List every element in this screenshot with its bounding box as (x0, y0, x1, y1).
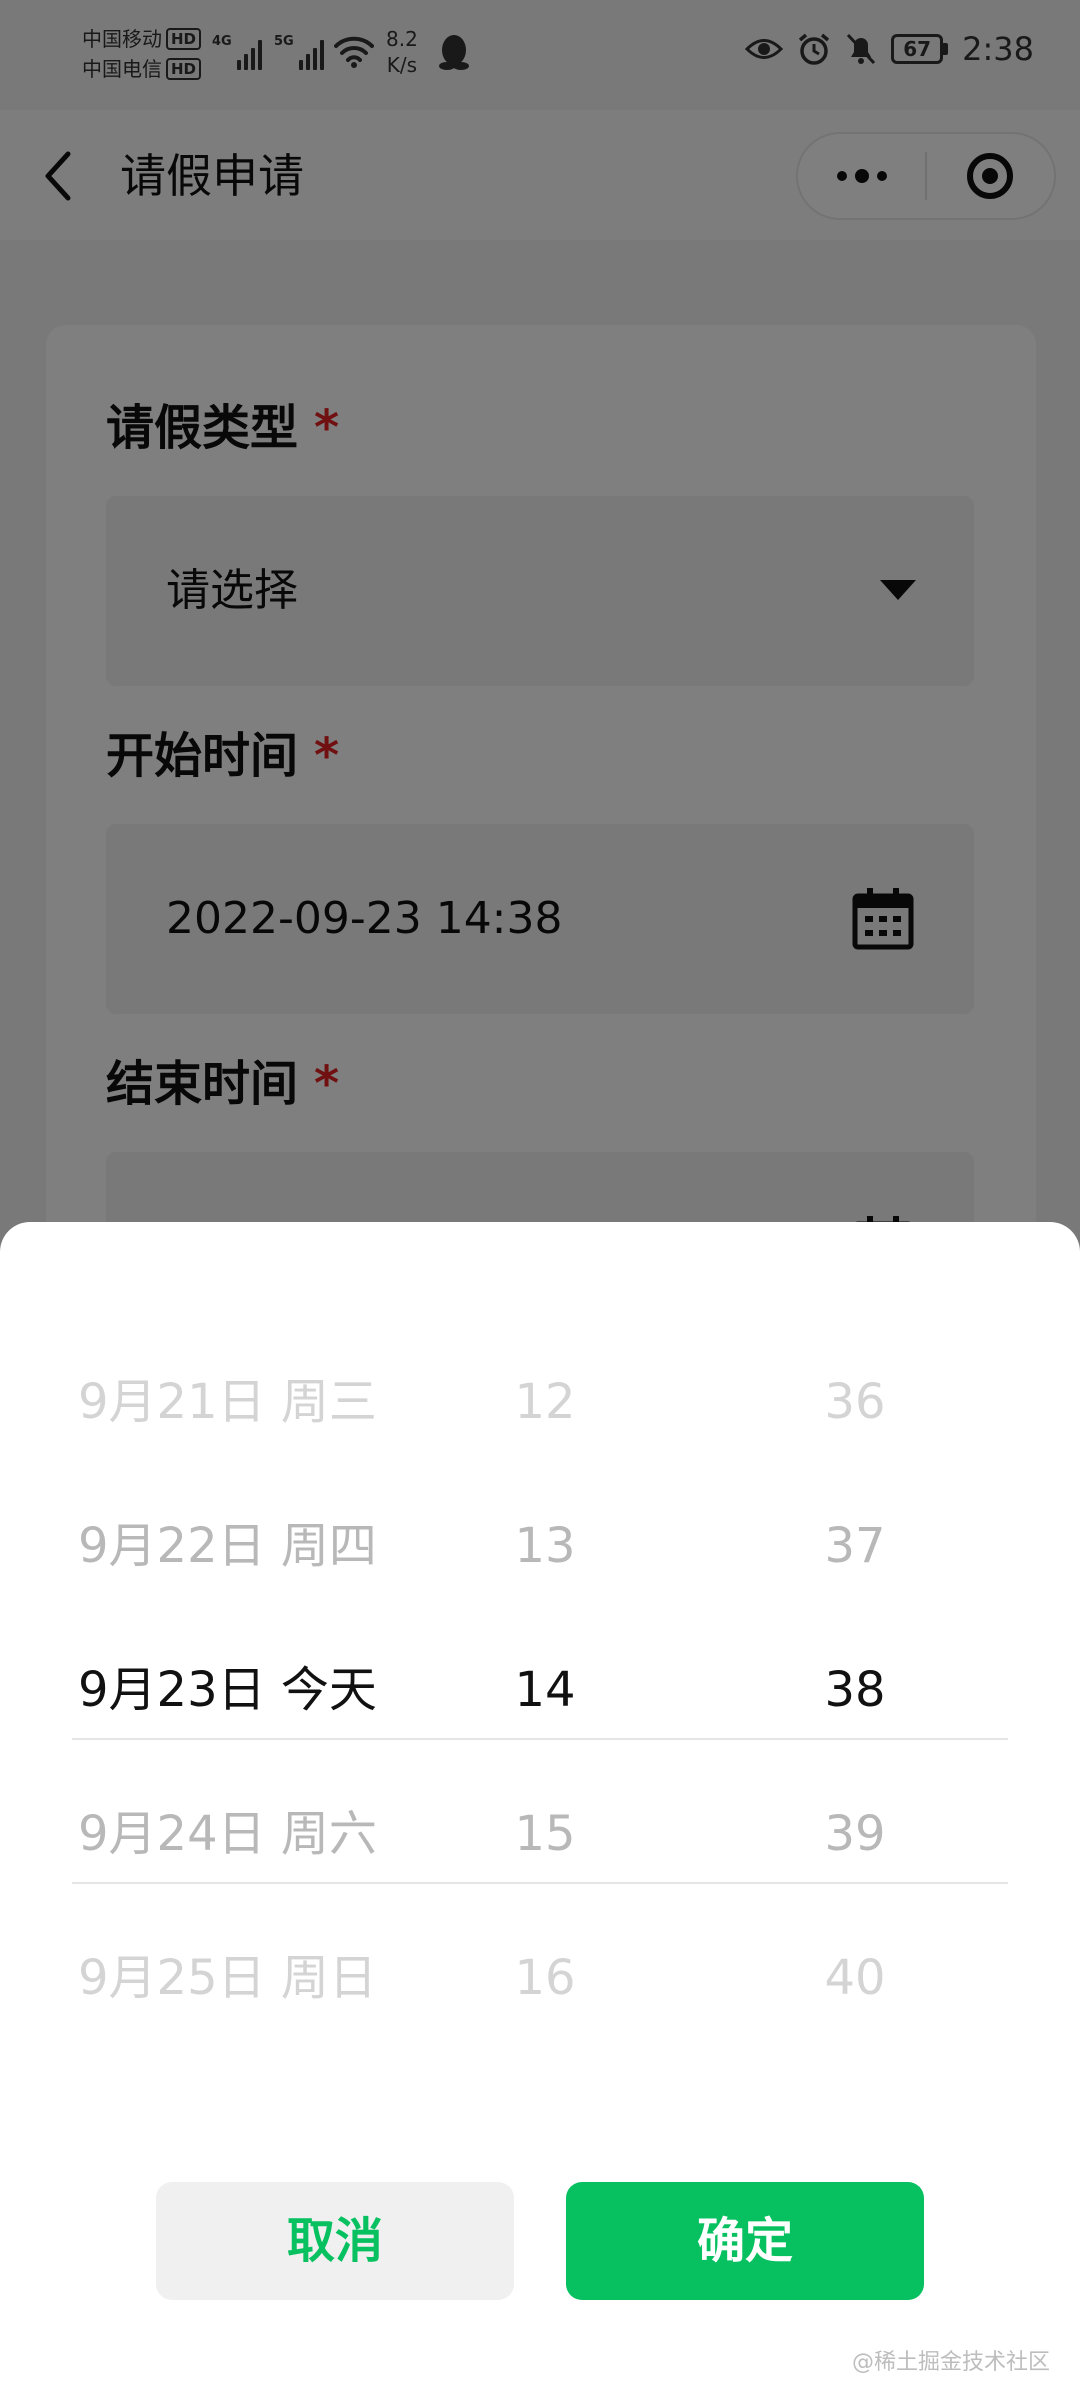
picker-option[interactable]: 37 (780, 1474, 930, 1618)
watermark: @稀土掘金技术社区 (851, 2350, 1050, 2375)
picker-option[interactable]: 15 (470, 1762, 620, 1906)
datetime-picker[interactable]: 9月21日 周三 9月22日 周四 9月23日 今天 9月24日 周六 9月25… (0, 1330, 1080, 2050)
confirm-button[interactable]: 确定 (566, 2182, 924, 2300)
picker-option[interactable]: 9月24日 周六 (78, 1762, 458, 1906)
picker-option-selected[interactable]: 38 (780, 1618, 930, 1762)
picker-option[interactable]: 9月25日 周日 (78, 1906, 458, 2050)
picker-option[interactable]: 13 (470, 1474, 620, 1618)
datetime-picker-sheet: 9月21日 周三 9月22日 周四 9月23日 今天 9月24日 周六 9月25… (0, 1222, 1080, 2400)
hour-column[interactable]: 12 13 14 15 16 (470, 1330, 620, 2050)
cancel-button[interactable]: 取消 (156, 2182, 514, 2300)
picker-option[interactable]: 40 (780, 1906, 930, 2050)
picker-option-selected[interactable]: 9月23日 今天 (78, 1618, 458, 1762)
picker-option[interactable]: 16 (470, 1906, 620, 2050)
screen: { "status_bar": { "carrier1": "中国移动", "c… (0, 0, 1080, 2400)
minute-column[interactable]: 36 37 38 39 40 (780, 1330, 930, 2050)
selection-divider (72, 1882, 1008, 1884)
picker-option[interactable]: 9月21日 周三 (78, 1330, 458, 1474)
selection-divider (72, 1738, 1008, 1740)
picker-option[interactable]: 39 (780, 1762, 930, 1906)
picker-option[interactable]: 9月22日 周四 (78, 1474, 458, 1618)
date-column[interactable]: 9月21日 周三 9月22日 周四 9月23日 今天 9月24日 周六 9月25… (78, 1330, 458, 2050)
picker-option-selected[interactable]: 14 (470, 1618, 620, 1762)
picker-option[interactable]: 36 (780, 1330, 930, 1474)
picker-option[interactable]: 12 (470, 1330, 620, 1474)
